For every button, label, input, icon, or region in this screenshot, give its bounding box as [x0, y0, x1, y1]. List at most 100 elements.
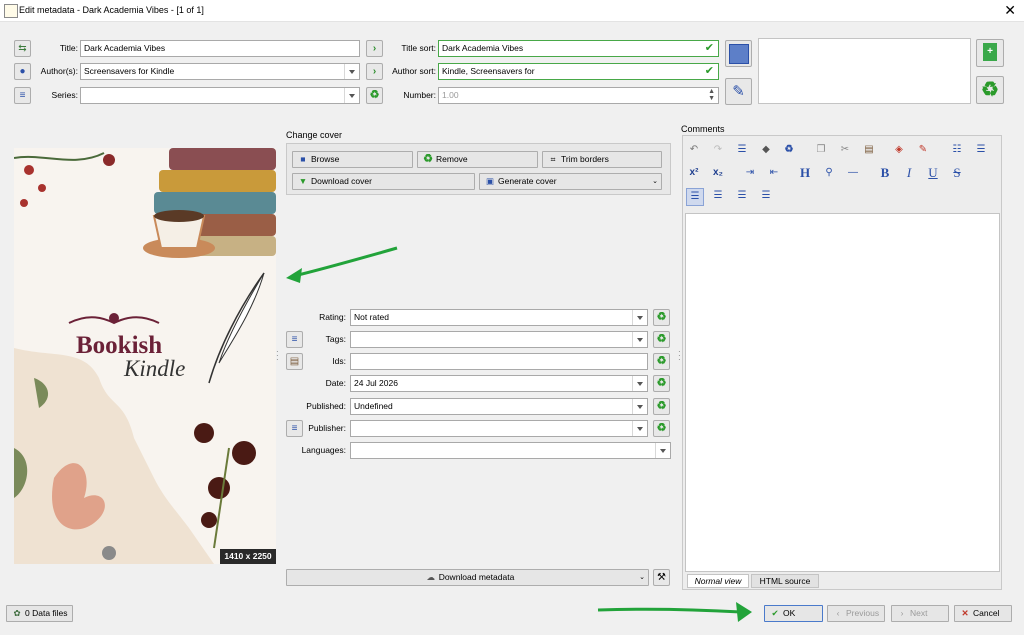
- chevron-down-icon: [632, 376, 647, 391]
- chevron-down-icon[interactable]: [344, 88, 359, 103]
- data-files-button[interactable]: ✿ 0 Data files: [6, 605, 73, 622]
- clear-rating-button[interactable]: ♻: [653, 309, 670, 326]
- title-input[interactable]: Dark Academia Vibes: [80, 40, 360, 57]
- browse-label: Browse: [311, 154, 340, 164]
- background-color-icon[interactable]: ◈: [891, 142, 907, 158]
- strikethrough-icon[interactable]: S: [949, 165, 965, 181]
- check-icon: ✔: [704, 42, 714, 54]
- paste-icon[interactable]: ▤: [861, 142, 877, 158]
- copy-icon[interactable]: ❐: [813, 142, 829, 158]
- published-input[interactable]: Undefined: [350, 398, 648, 415]
- cover-title-2: Kindle: [123, 356, 185, 381]
- recycle-icon: ♻: [656, 422, 667, 434]
- paste-ids-button[interactable]: ▤: [286, 353, 303, 370]
- manage-publisher-button[interactable]: ≡: [286, 420, 303, 437]
- edit-button[interactable]: ✎: [725, 78, 752, 105]
- align-right-icon[interactable]: ☰: [734, 188, 750, 204]
- italic-icon[interactable]: I: [901, 165, 917, 181]
- redo-icon[interactable]: ↷: [710, 142, 726, 158]
- subscript-icon[interactable]: x₂: [710, 165, 726, 181]
- tab-html-source[interactable]: HTML source: [751, 574, 819, 588]
- languages-label: Languages:: [301, 445, 346, 455]
- spin-arrows-icon[interactable]: ▲ ▼: [708, 88, 715, 102]
- copy-author-to-sort-button[interactable]: ›: [366, 63, 383, 80]
- heading-icon[interactable]: H: [797, 165, 813, 181]
- cover-image[interactable]: Bookish Kindle 1410 x 2250: [14, 148, 276, 564]
- select-all-icon[interactable]: ☰: [734, 142, 750, 158]
- underline-icon[interactable]: U: [925, 165, 941, 181]
- date-input[interactable]: 24 Jul 2026: [350, 375, 648, 392]
- manage-tags-button[interactable]: ≡: [286, 331, 303, 348]
- text-color-icon[interactable]: ✎: [915, 142, 931, 158]
- recycle-icon[interactable]: ♻: [781, 142, 797, 158]
- horizontal-rule-icon[interactable]: —: [845, 165, 861, 181]
- bold-icon[interactable]: B: [877, 165, 893, 181]
- ordered-list-icon[interactable]: ☷: [949, 142, 965, 158]
- align-left-icon[interactable]: ☰: [686, 188, 704, 206]
- superscript-icon[interactable]: x²: [686, 165, 702, 181]
- align-center-icon[interactable]: ☰: [710, 188, 726, 204]
- unordered-list-icon[interactable]: ☰: [973, 142, 989, 158]
- author-sort-value: Kindle, Screensavers for: [442, 66, 535, 76]
- arrow-right-icon: ›: [372, 66, 377, 77]
- link-icon[interactable]: ⚲: [821, 165, 837, 181]
- title-sort-input[interactable]: Dark Academia Vibes ✔: [438, 40, 719, 57]
- authors-input[interactable]: Screensavers for Kindle: [80, 63, 360, 80]
- browse-cover-button[interactable]: ■ Browse: [292, 151, 413, 168]
- manage-series-button[interactable]: ≡: [14, 87, 31, 104]
- add-format-button[interactable]: +: [976, 39, 1004, 67]
- reset-button[interactable]: ♻: [976, 76, 1004, 104]
- manage-authors-button[interactable]: ●: [14, 63, 31, 80]
- remove-cover-button[interactable]: ♻ Remove: [417, 151, 538, 168]
- author-sort-input[interactable]: Kindle, Screensavers for ✔: [438, 63, 719, 80]
- cancel-label: Cancel: [973, 608, 1000, 618]
- comments-text-area[interactable]: [685, 213, 1000, 572]
- indent-icon[interactable]: ⇥: [742, 165, 758, 181]
- ok-button[interactable]: ✔ OK: [764, 605, 823, 622]
- recycle-icon: ♻: [423, 153, 433, 165]
- download-metadata-button[interactable]: ☁ Download metadata ⌄: [286, 569, 649, 586]
- rating-label: Rating:: [319, 312, 346, 322]
- publisher-label: Publisher:: [308, 423, 346, 433]
- clear-series-button[interactable]: ♻: [366, 87, 383, 104]
- eraser-icon[interactable]: ◆: [758, 142, 774, 158]
- splitter-handle[interactable]: · · ·: [276, 348, 279, 364]
- chevron-down-icon: [632, 399, 647, 414]
- published-value: Undefined: [354, 401, 393, 411]
- download-cover-button[interactable]: ▼ Download cover: [292, 173, 475, 190]
- chevron-down-icon: [655, 443, 670, 458]
- next-button[interactable]: › Next: [891, 605, 949, 622]
- chevron-left-icon: ‹: [836, 608, 840, 618]
- clear-date-button[interactable]: ♻: [653, 375, 670, 392]
- align-justify-icon[interactable]: ☰: [758, 188, 774, 204]
- outdent-icon[interactable]: ⇤: [766, 165, 782, 181]
- clear-ids-button[interactable]: ♻: [653, 353, 670, 370]
- plus-icon: +: [983, 43, 997, 61]
- cut-icon[interactable]: ✂: [837, 142, 853, 158]
- copy-title-to-sort-button[interactable]: ›: [366, 40, 383, 57]
- generate-cover-button[interactable]: ▣ Generate cover ⌄: [479, 173, 662, 190]
- splitter-handle[interactable]: · · ·: [678, 348, 681, 364]
- series-number-input[interactable]: 1.00 ▲ ▼: [438, 87, 719, 104]
- published-label: Published:: [306, 401, 346, 411]
- chevron-down-icon[interactable]: [344, 64, 359, 79]
- rating-select[interactable]: Not rated: [350, 309, 648, 326]
- previous-button[interactable]: ‹ Previous: [827, 605, 885, 622]
- undo-icon[interactable]: ↶: [686, 142, 702, 158]
- configure-download-button[interactable]: ⚒: [653, 569, 670, 586]
- swap-title-author-button[interactable]: ⇆: [14, 40, 31, 57]
- close-window-button[interactable]: ✕: [1004, 2, 1016, 18]
- cancel-button[interactable]: ✕ Cancel: [954, 605, 1012, 622]
- trim-label: Trim borders: [561, 154, 609, 164]
- trim-borders-button[interactable]: ⌗ Trim borders: [542, 151, 662, 168]
- clear-publisher-button[interactable]: ♻: [653, 420, 670, 437]
- series-input[interactable]: [80, 87, 360, 104]
- ids-input[interactable]: [350, 353, 648, 370]
- cover-thumb-button[interactable]: [725, 40, 752, 67]
- languages-input[interactable]: [350, 442, 671, 459]
- tags-input[interactable]: [350, 331, 648, 348]
- publisher-input[interactable]: [350, 420, 648, 437]
- clear-published-button[interactable]: ♻: [653, 398, 670, 415]
- tab-normal-view[interactable]: Normal view: [687, 574, 749, 588]
- clear-tags-button[interactable]: ♻: [653, 331, 670, 348]
